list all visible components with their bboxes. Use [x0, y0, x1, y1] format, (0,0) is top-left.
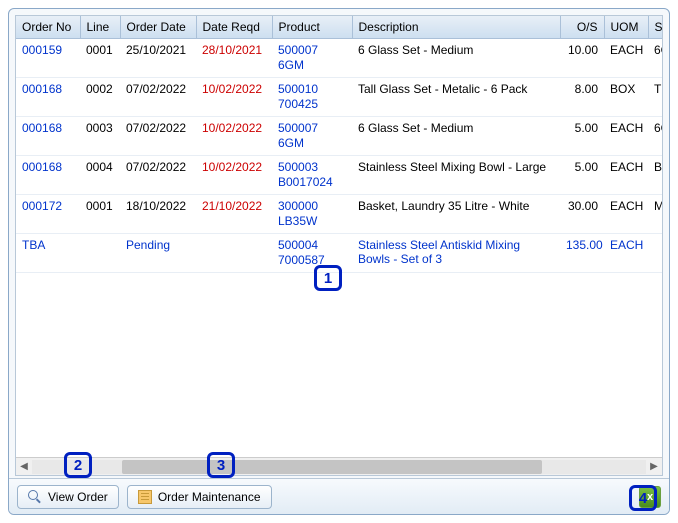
cell: 5.00	[560, 117, 604, 156]
cell: 28/10/2021	[196, 39, 272, 78]
cell-description: 6 Glass Set - Medium	[352, 39, 560, 78]
scroll-left-arrow[interactable]: ◀	[16, 459, 32, 475]
scroll-thumb[interactable]	[122, 460, 542, 474]
cell-product: 500010700425	[272, 78, 352, 117]
orders-panel: Order No Line Order Date Date Reqd Produ…	[8, 8, 670, 515]
col-order-date[interactable]: Order Date	[120, 16, 196, 39]
cell: EACH	[604, 117, 648, 156]
cell-description: Stainless Steel Mixing Bowl - Large	[352, 156, 560, 195]
cell: 6G	[648, 39, 662, 78]
cell: 135.00	[560, 234, 604, 273]
cell-order-no: 000172	[16, 195, 80, 234]
cell: Pending	[120, 234, 196, 273]
cell: BO	[648, 156, 662, 195]
scroll-right-arrow[interactable]: ▶	[646, 459, 662, 475]
cell: 8.00	[560, 78, 604, 117]
orders-table: Order No Line Order Date Date Reqd Produ…	[16, 16, 662, 273]
table-row[interactable]: TBA Pending 5000047000587Stainless Steel A…	[16, 234, 662, 273]
cell-product: 5000076GM	[272, 39, 352, 78]
cell-description: 6 Glass Set - Medium	[352, 117, 560, 156]
order-maintenance-button[interactable]: Order Maintenance	[127, 485, 272, 509]
cell: 07/02/2022	[120, 78, 196, 117]
table-header-row: Order No Line Order Date Date Reqd Produ…	[16, 16, 662, 39]
horizontal-scrollbar[interactable]: ◀ ▶	[16, 457, 662, 475]
cell-order-no: 000168	[16, 117, 80, 156]
cell: 10/02/2022	[196, 78, 272, 117]
cell: EACH	[604, 156, 648, 195]
cell-product: 5000076GM	[272, 117, 352, 156]
cell: 18/10/2022	[120, 195, 196, 234]
cell-description: Tall Glass Set - Metalic - 6 Pack	[352, 78, 560, 117]
cell: EACH	[604, 39, 648, 78]
cell: 0002	[80, 78, 120, 117]
cell: 21/10/2022	[196, 195, 272, 234]
order-maint-label: Order Maintenance	[158, 490, 261, 504]
cell: 07/02/2022	[120, 156, 196, 195]
view-order-button[interactable]: View Order	[17, 485, 119, 509]
cell: 10/02/2022	[196, 156, 272, 195]
cell: 0003	[80, 117, 120, 156]
export-excel-button[interactable]: x	[639, 486, 661, 508]
cell: 10/02/2022	[196, 117, 272, 156]
cell: 30.00	[560, 195, 604, 234]
col-os[interactable]: O/S	[560, 16, 604, 39]
col-extra[interactable]: S	[648, 16, 662, 39]
cell: 07/02/2022	[120, 117, 196, 156]
cell: BOX	[604, 78, 648, 117]
excel-icon: x	[647, 491, 653, 503]
cell	[196, 234, 272, 273]
cell	[80, 234, 120, 273]
view-order-label: View Order	[48, 490, 108, 504]
scroll-track[interactable]	[32, 460, 646, 474]
cell-product: 500003B0017024	[272, 156, 352, 195]
table-row[interactable]: 000159000125/10/202128/10/20215000076GM6…	[16, 39, 662, 78]
toolbar: View Order Order Maintenance x	[9, 478, 669, 514]
cell: 5.00	[560, 156, 604, 195]
table-row[interactable]: 000168000307/02/202210/02/20225000076GM6…	[16, 117, 662, 156]
table-row[interactable]: 000168000207/02/202210/02/20225000107004…	[16, 78, 662, 117]
col-order-no[interactable]: Order No	[16, 16, 80, 39]
cell: EACH	[604, 195, 648, 234]
cell: 6G	[648, 117, 662, 156]
cell-order-no: 000159	[16, 39, 80, 78]
cell-order-no: TBA	[16, 234, 80, 273]
magnifier-icon	[28, 490, 42, 504]
col-date-reqd[interactable]: Date Reqd	[196, 16, 272, 39]
cell	[648, 234, 662, 273]
cell-product: 5000047000587	[272, 234, 352, 273]
cell-product: 300000LB35W	[272, 195, 352, 234]
col-uom[interactable]: UOM	[604, 16, 648, 39]
table-row[interactable]: 000168000407/02/202210/02/2022500003B001…	[16, 156, 662, 195]
cell-order-no: 000168	[16, 156, 80, 195]
table-row[interactable]: 000172000118/10/202221/10/2022300000LB35…	[16, 195, 662, 234]
col-description[interactable]: Description	[352, 16, 560, 39]
cell: 0001	[80, 195, 120, 234]
cell-description: Stainless Steel Antiskid Mixing Bowls - …	[352, 234, 560, 273]
cell-description: Basket, Laundry 35 Litre - White	[352, 195, 560, 234]
col-line[interactable]: Line	[80, 16, 120, 39]
cell: 25/10/2021	[120, 39, 196, 78]
cell: Ma	[648, 195, 662, 234]
cell: EACH	[604, 234, 648, 273]
cell: 10.00	[560, 39, 604, 78]
cell: TG	[648, 78, 662, 117]
cell-order-no: 000168	[16, 78, 80, 117]
document-icon	[138, 490, 152, 504]
cell: 0004	[80, 156, 120, 195]
col-product[interactable]: Product	[272, 16, 352, 39]
orders-grid: Order No Line Order Date Date Reqd Produ…	[15, 15, 663, 476]
cell: 0001	[80, 39, 120, 78]
